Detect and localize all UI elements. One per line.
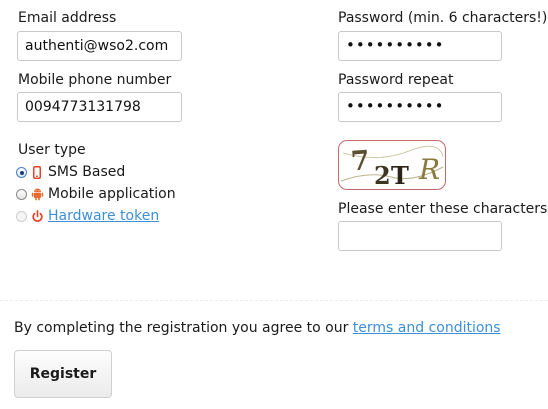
password-label: Password (min. 6 characters!) — [338, 10, 548, 26]
divider — [0, 300, 548, 301]
radio-hardware-token[interactable] — [16, 210, 27, 222]
mobile-label: Mobile phone number — [18, 72, 172, 88]
password-repeat-label: Password repeat — [338, 72, 454, 88]
mobile-field[interactable]: 0094773131798 — [17, 92, 182, 122]
captcha-char: R — [418, 153, 440, 186]
user-type-option-label: SMS Based — [48, 164, 126, 180]
captcha-input[interactable] — [338, 221, 502, 251]
user-type-option-mobile-app[interactable]: Mobile application — [16, 184, 176, 204]
user-type-option-sms[interactable]: SMS Based — [16, 162, 125, 182]
user-type-label: User type — [18, 142, 86, 158]
register-button[interactable]: Register — [14, 350, 112, 398]
email-field[interactable]: authenti@wso2.com — [17, 31, 182, 61]
captcha-char: 7 — [350, 145, 371, 177]
email-label: Email address — [18, 10, 117, 26]
user-type-option-hardware-token[interactable]: Hardware token — [16, 206, 159, 226]
password-repeat-field[interactable]: •••••••••• — [338, 92, 502, 122]
radio-sms[interactable] — [16, 166, 27, 178]
password-field[interactable]: •••••••••• — [338, 31, 502, 61]
mobile-phone-icon — [30, 164, 44, 180]
captcha-prompt: Please enter these characters — [338, 201, 548, 217]
captcha-char: 2 — [374, 161, 391, 189]
hardware-token-link[interactable]: Hardware token — [48, 208, 159, 224]
agreement-sentence: By completing the registration you agree… — [14, 320, 349, 336]
captcha-image: 7 2 T R — [338, 140, 446, 190]
agreement-text: By completing the registration you agree… — [14, 320, 501, 337]
user-type-option-label: Mobile application — [48, 186, 176, 202]
power-icon — [30, 208, 44, 224]
captcha-char: T — [391, 161, 409, 189]
terms-link[interactable]: terms and conditions — [353, 320, 501, 336]
radio-mobile-app[interactable] — [16, 188, 27, 200]
android-icon — [30, 186, 44, 202]
